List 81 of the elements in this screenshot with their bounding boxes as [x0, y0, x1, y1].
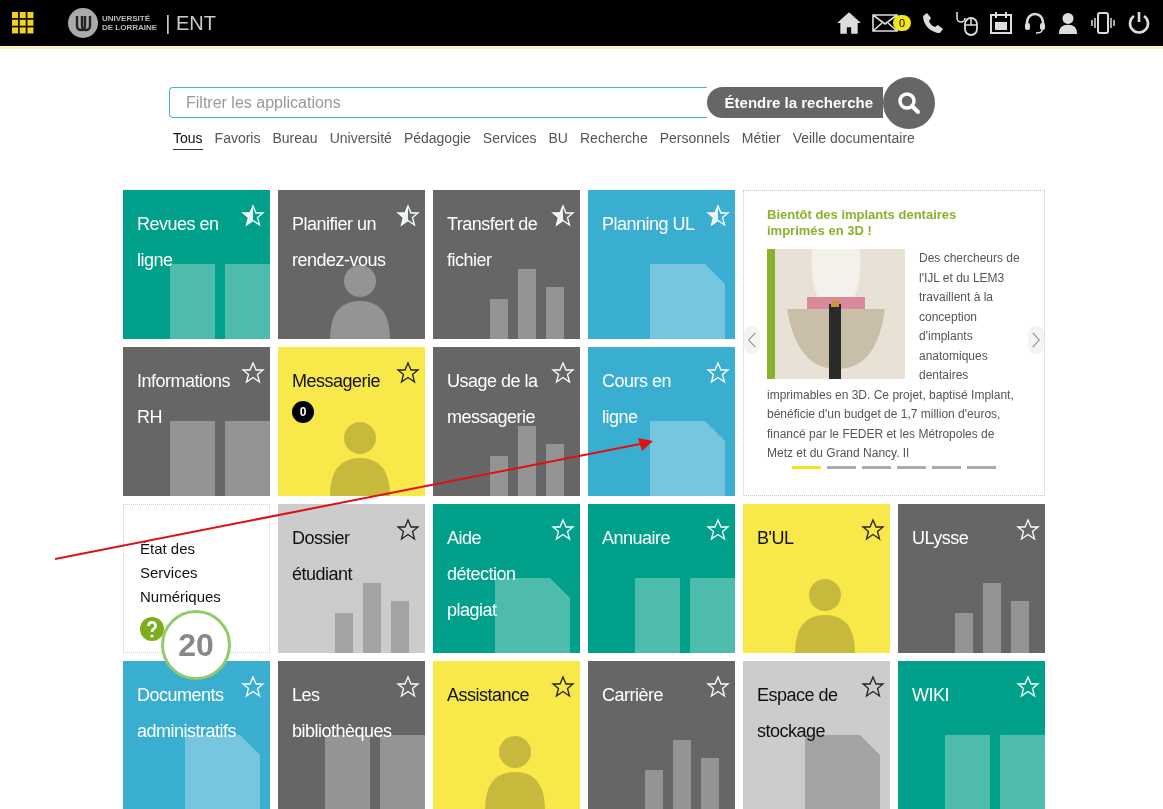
- app-tile[interactable]: Planifier un rendez-vous: [278, 190, 425, 339]
- category-tab[interactable]: Services: [482, 130, 537, 150]
- app-tile[interactable]: Informations RH: [123, 347, 270, 496]
- calendar-icon[interactable]: [989, 11, 1013, 35]
- search-button[interactable]: [883, 76, 935, 129]
- next-button[interactable]: [1028, 326, 1044, 354]
- app-tile[interactable]: Carrière: [588, 661, 735, 809]
- app-tile[interactable]: Messagerie 0: [278, 347, 425, 496]
- star-icon[interactable]: [396, 361, 420, 385]
- category-tab[interactable]: BU: [548, 130, 568, 150]
- app-tile[interactable]: Transfert de fichier: [433, 190, 580, 339]
- news-title: Bientôt des implants dentaires imprimés en 3D !: [767, 207, 958, 239]
- mouse-icon[interactable]: [955, 10, 979, 36]
- star-icon[interactable]: [861, 675, 885, 699]
- category-tab[interactable]: Université: [329, 130, 392, 150]
- tile-title: Revues en ligne: [137, 213, 220, 272]
- tile-title: Aide détection plagiat: [447, 527, 517, 622]
- app-tile[interactable]: Assistance: [433, 661, 580, 809]
- extend-search-button[interactable]: Étendre la recherche: [706, 87, 883, 118]
- help-icon: [140, 617, 164, 641]
- headset-icon[interactable]: [1023, 11, 1047, 35]
- app-tile[interactable]: Usage de la messagerie: [433, 347, 580, 496]
- tile-title: Dossier étudiant: [292, 527, 354, 586]
- tile-title: Transfert de fichier: [447, 213, 539, 272]
- logo-icon: [68, 8, 98, 38]
- tile-title: Assistance: [447, 684, 531, 707]
- logo-text: UNIVERSITÉ: [102, 14, 151, 23]
- app-tile[interactable]: Les bibliothèques: [278, 661, 425, 809]
- search-field[interactable]: Filtrer les applications: [169, 87, 707, 118]
- tile-title: WIKI: [912, 684, 950, 707]
- half-filled-star-icon[interactable]: [706, 204, 730, 228]
- chevron-left-icon: [748, 332, 756, 348]
- tile-title: Cours en ligne: [602, 370, 673, 429]
- app-tile[interactable]: ULysse: [898, 504, 1045, 653]
- category-tab[interactable]: Recherche: [580, 130, 648, 150]
- category-tab[interactable]: Tous: [173, 130, 203, 150]
- tile-title: B'UL: [757, 527, 795, 550]
- star-icon[interactable]: [861, 518, 885, 542]
- star-icon[interactable]: [551, 675, 575, 699]
- app-tile[interactable]: Dossier étudiant: [278, 504, 425, 653]
- category-tab[interactable]: Veille documentaire: [792, 130, 915, 150]
- tile-title: Usage de la messagerie: [447, 370, 539, 429]
- category-tab[interactable]: Personnels: [659, 130, 730, 150]
- tile-title: Les bibliothèques: [292, 684, 393, 743]
- status-title: État des Services Numériques: [140, 539, 222, 607]
- phone-icon[interactable]: [921, 11, 945, 35]
- half-filled-star-icon[interactable]: [241, 204, 265, 228]
- previous-button[interactable]: [744, 326, 760, 354]
- tile-title: Espace de stockage: [757, 684, 839, 743]
- step-number-badge: 20: [161, 610, 231, 680]
- home-icon[interactable]: [835, 10, 862, 36]
- tile-title: Messagerie: [292, 370, 382, 393]
- search-icon: [897, 90, 921, 115]
- tile-title: Carrière: [602, 684, 664, 707]
- mail-icon[interactable]: [871, 14, 898, 32]
- news-text: imprimables en 3D. Ce projet, baptisé Implant, bénéficie d'un budget de 1,7 million d'euros, financé par le FEDER et les Métropoles de Metz et du Grand Nancy. Il: [767, 386, 1015, 462]
- app-tile[interactable]: Espace de stockage: [743, 661, 890, 809]
- category-tab[interactable]: Bureau: [272, 130, 318, 150]
- tile-title: Documents administratifs: [137, 684, 238, 743]
- vibrating-phone-icon[interactable]: [1089, 11, 1117, 35]
- tile-title: Annuaire: [602, 527, 672, 550]
- tile-title: Planning UL: [602, 213, 696, 236]
- star-icon[interactable]: [396, 518, 420, 542]
- half-filled-star-icon[interactable]: [396, 204, 420, 228]
- category-tab[interactable]: Pédagogie: [403, 130, 471, 150]
- tile-title: Informations RH: [137, 370, 232, 429]
- mail-count-badge: 0: [892, 15, 911, 31]
- category-tab[interactable]: Métier: [741, 130, 781, 150]
- user-icon[interactable]: [1057, 11, 1079, 35]
- app-tile[interactable]: B'UL: [743, 504, 890, 653]
- news-text: Des chercheurs de l'IJL et du LEM3 travaillent à la conception d'implants anatomiques dentaires: [919, 250, 1021, 384]
- power-icon[interactable]: [1127, 11, 1151, 35]
- logo-text: DE LORRAINE: [102, 23, 158, 32]
- tile-title: ULysse: [912, 527, 970, 550]
- apps-menu-icon[interactable]: [12, 12, 34, 34]
- half-filled-star-icon[interactable]: [551, 204, 575, 228]
- app-title: | ENT: [165, 11, 216, 35]
- chevron-right-icon: [1032, 332, 1040, 348]
- tile-title: Planifier un rendez-vous: [292, 213, 387, 272]
- count-badge: 0: [292, 401, 314, 423]
- category-tab[interactable]: Favoris: [214, 130, 261, 150]
